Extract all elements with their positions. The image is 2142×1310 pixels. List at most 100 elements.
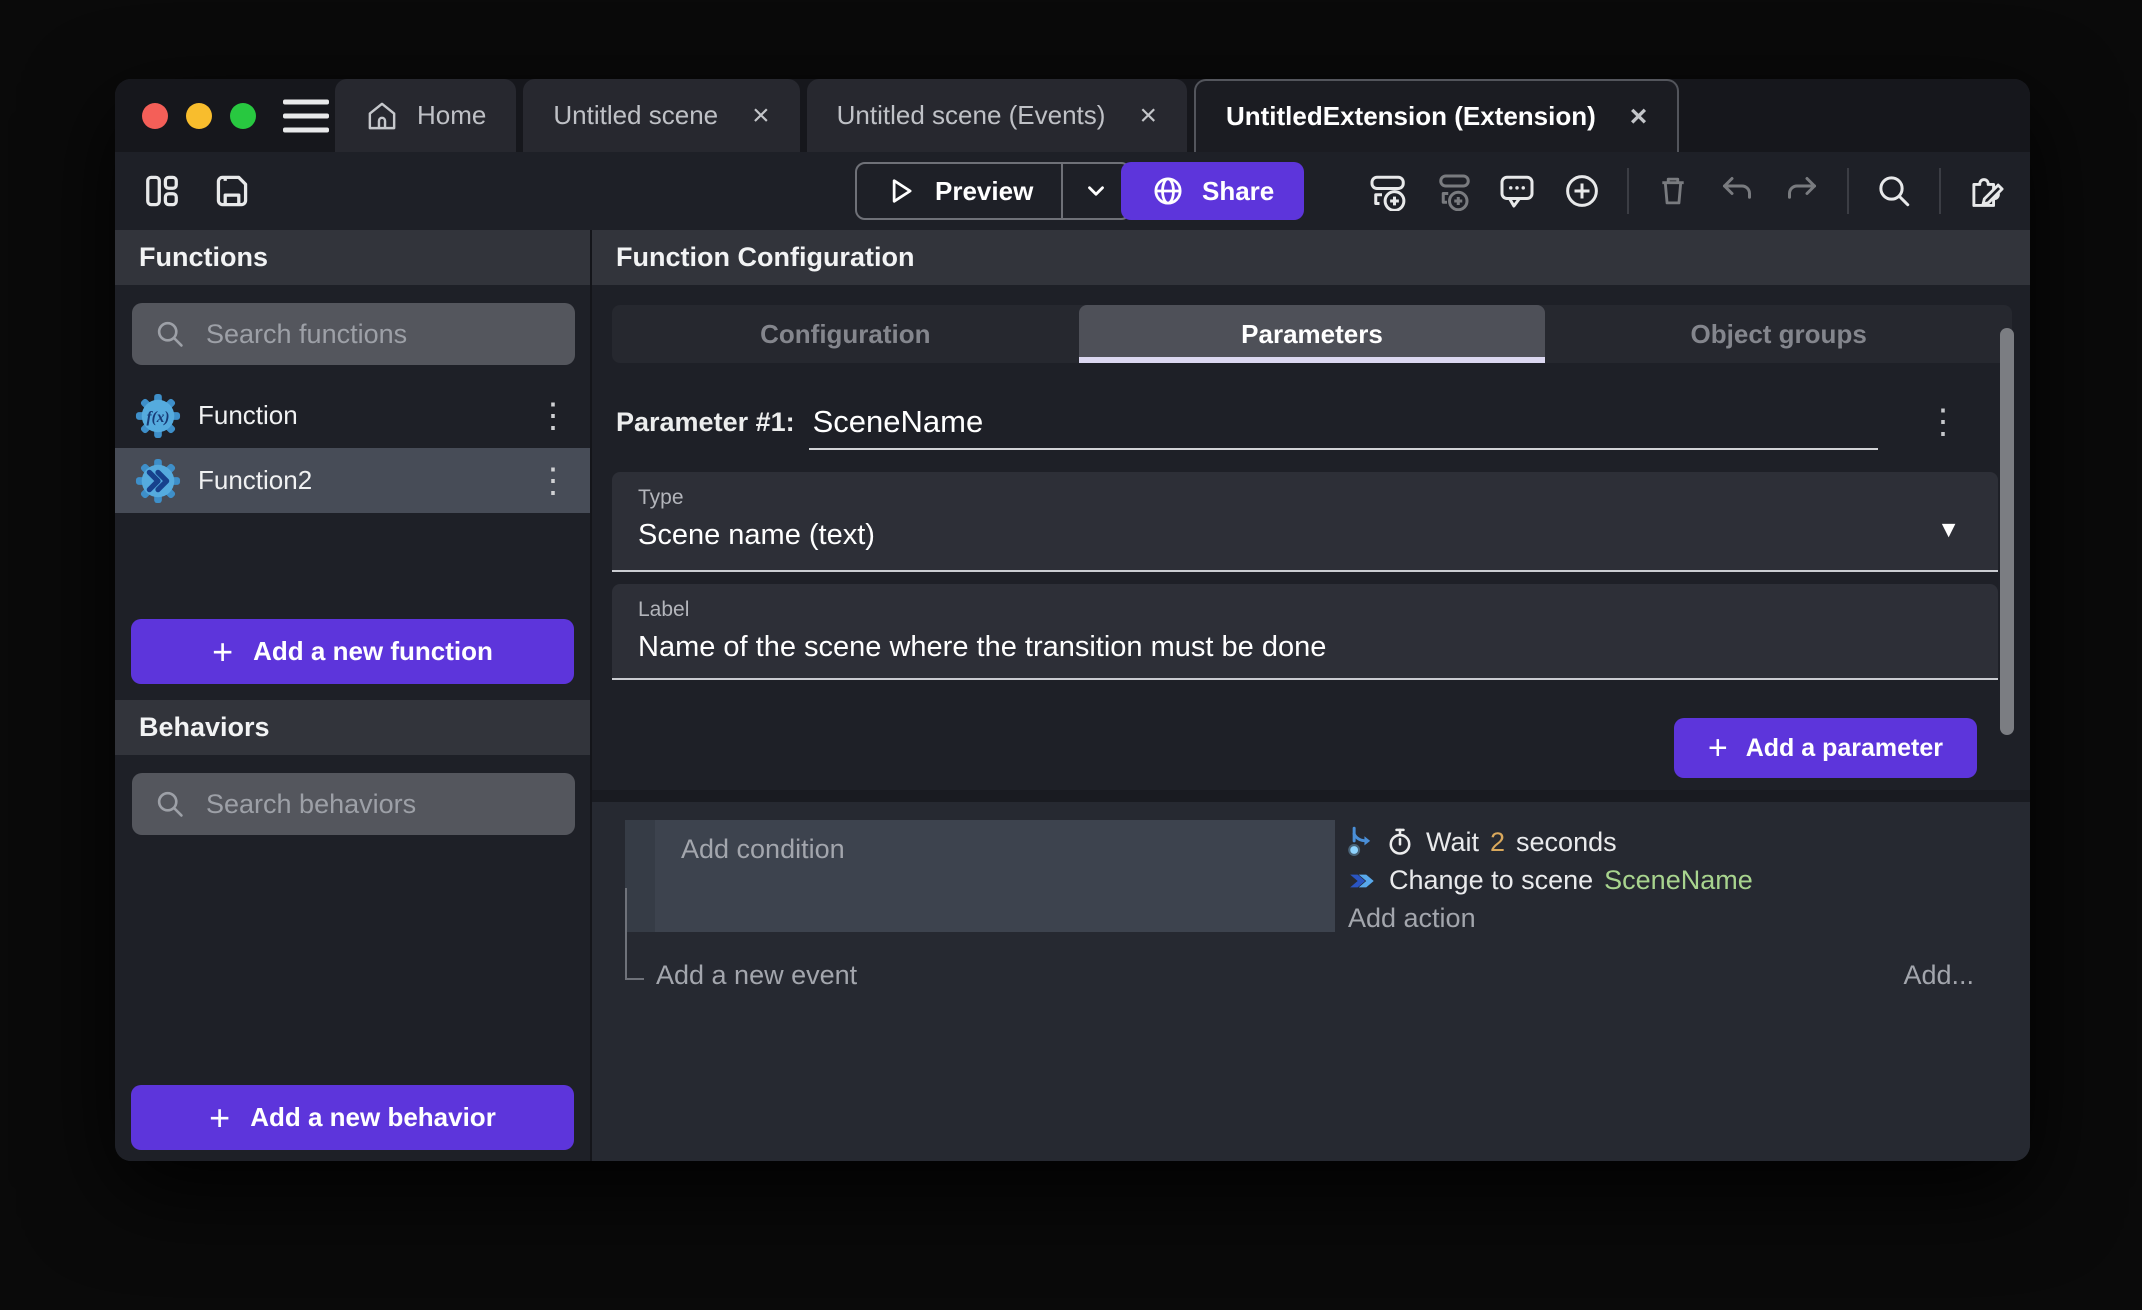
tab-label: Parameters bbox=[1241, 319, 1383, 350]
tab-label: Object groups bbox=[1691, 319, 1867, 350]
tab-untitled-extension[interactable]: UntitledExtension (Extension) × bbox=[1194, 79, 1679, 152]
events-sheet: Add condition bbox=[592, 790, 2030, 1161]
minimize-window-button[interactable] bbox=[186, 103, 212, 129]
behaviors-header: Behaviors bbox=[115, 700, 590, 755]
kebab-menu-icon[interactable]: ⋮ bbox=[536, 464, 570, 498]
tab-parameters[interactable]: Parameters bbox=[1079, 305, 1546, 363]
share-button-label: Share bbox=[1202, 176, 1274, 207]
search-icon[interactable] bbox=[1874, 171, 1914, 211]
search-behaviors-field[interactable] bbox=[132, 773, 575, 835]
preview-button[interactable]: Preview bbox=[855, 162, 1131, 220]
function-name-label: Function bbox=[198, 400, 298, 431]
close-window-button[interactable] bbox=[142, 103, 168, 129]
search-behaviors-input[interactable] bbox=[206, 789, 553, 820]
add-subevent-icon[interactable] bbox=[1432, 171, 1472, 211]
behaviors-header-label: Behaviors bbox=[139, 712, 270, 743]
parameter-row: Parameter #1: ⋮ bbox=[616, 402, 1960, 450]
plus-icon: + bbox=[212, 634, 233, 670]
functions-header: Functions bbox=[115, 230, 590, 285]
zoom-window-button[interactable] bbox=[230, 103, 256, 129]
content-area: Functions bbox=[115, 230, 2030, 1161]
function-configuration-header: Function Configuration bbox=[592, 230, 2030, 285]
plus-icon: + bbox=[209, 1100, 230, 1136]
list-item-function2[interactable]: Function2 ⋮ bbox=[115, 448, 590, 513]
traffic-lights bbox=[142, 103, 256, 129]
stopwatch-icon bbox=[1385, 827, 1415, 857]
tab-home[interactable]: Home bbox=[335, 79, 516, 152]
conditions-area[interactable]: Add condition bbox=[655, 820, 1335, 932]
tab-label: UntitledExtension (Extension) bbox=[1226, 101, 1596, 132]
configuration-tab-bar: Configuration Parameters Object groups bbox=[612, 305, 2012, 363]
extension-sidebar: Functions bbox=[115, 230, 590, 1161]
add-circle-icon[interactable] bbox=[1562, 171, 1602, 211]
add-function-button[interactable]: + Add a new function bbox=[131, 619, 574, 684]
close-tab-icon[interactable]: × bbox=[1630, 102, 1648, 132]
editor-tabs: Home Untitled scene × Untitled scene (Ev… bbox=[335, 79, 1686, 152]
undo-icon[interactable] bbox=[1717, 171, 1757, 211]
search-functions-input[interactable] bbox=[206, 319, 553, 350]
add-action-button[interactable]: Add action bbox=[1348, 903, 1753, 934]
add-new-event-button[interactable]: Add a new event bbox=[656, 960, 857, 991]
change-scene-icon bbox=[1348, 866, 1378, 896]
window-tab-bar: Home Untitled scene × Untitled scene (Ev… bbox=[115, 79, 2030, 152]
chevron-down-icon bbox=[1083, 178, 1109, 204]
preview-options-button[interactable] bbox=[1063, 164, 1129, 218]
search-functions-field[interactable] bbox=[132, 303, 575, 365]
edit-extension-icon[interactable] bbox=[1966, 170, 2008, 212]
dropdown-arrow-icon[interactable]: ▼ bbox=[1937, 516, 1960, 543]
parameter-type-select[interactable]: Type Scene name (text) ▼ bbox=[612, 472, 1998, 572]
redo-icon[interactable] bbox=[1782, 171, 1822, 211]
preview-button-main[interactable]: Preview bbox=[857, 164, 1061, 218]
add-behavior-button[interactable]: + Add a new behavior bbox=[131, 1085, 574, 1150]
plus-icon: + bbox=[1708, 729, 1728, 768]
vertical-scrollbar[interactable] bbox=[2000, 328, 2014, 735]
event-tree-bracket bbox=[625, 888, 644, 980]
project-manager-icon[interactable] bbox=[143, 172, 181, 210]
parameter-kebab-menu-icon[interactable]: ⋮ bbox=[1926, 402, 1960, 450]
tab-label: Configuration bbox=[760, 319, 930, 350]
page-title: Function Configuration bbox=[616, 242, 914, 273]
add-more-button[interactable]: Add... bbox=[1903, 960, 1974, 991]
add-parameter-button[interactable]: + Add a parameter bbox=[1674, 718, 1977, 778]
function-icon: f(x) bbox=[135, 393, 181, 439]
tab-untitled-scene-events[interactable]: Untitled scene (Events) × bbox=[807, 79, 1187, 152]
action-change-scene[interactable]: Change to scene SceneName bbox=[1348, 865, 1753, 896]
add-function-label: Add a new function bbox=[253, 636, 493, 667]
add-event-icon[interactable] bbox=[1367, 171, 1407, 211]
action-wait[interactable]: Wait 2 seconds bbox=[1348, 826, 1753, 858]
trash-icon[interactable] bbox=[1654, 172, 1692, 210]
action-change-value: SceneName bbox=[1604, 865, 1753, 896]
parameter-name-input[interactable] bbox=[809, 404, 1878, 450]
type-field-value: Scene name (text) bbox=[638, 519, 1892, 552]
add-comment-icon[interactable] bbox=[1497, 171, 1537, 211]
svg-text:f(x): f(x) bbox=[147, 408, 170, 425]
add-action-label: Add action bbox=[1348, 903, 1476, 934]
tab-label: Untitled scene (Events) bbox=[837, 100, 1106, 131]
functions-list: f(x) Function ⋮ bbox=[115, 383, 590, 513]
menu-icon[interactable] bbox=[283, 99, 329, 132]
kebab-menu-icon[interactable]: ⋮ bbox=[536, 399, 570, 433]
close-tab-icon[interactable]: × bbox=[1139, 101, 1157, 131]
add-behavior-label: Add a new behavior bbox=[250, 1102, 496, 1133]
main-toolbar: Preview Share bbox=[115, 152, 2030, 230]
action-change-text: Change to scene bbox=[1389, 865, 1593, 896]
toolbar-right-icons bbox=[1367, 168, 2008, 214]
tab-label: Untitled scene bbox=[553, 100, 718, 131]
list-item-function[interactable]: f(x) Function ⋮ bbox=[115, 383, 590, 448]
toolbar-divider bbox=[1939, 168, 1941, 214]
label-field-input[interactable] bbox=[638, 631, 1892, 664]
share-button[interactable]: Share bbox=[1121, 162, 1304, 220]
search-icon bbox=[154, 788, 186, 820]
toolbar-left-icons bbox=[143, 172, 251, 210]
tab-object-groups[interactable]: Object groups bbox=[1545, 305, 2012, 363]
function-name-label: Function2 bbox=[198, 465, 312, 496]
parameter-label-field[interactable]: Label bbox=[612, 584, 1998, 680]
app-window: Home Untitled scene × Untitled scene (Ev… bbox=[115, 79, 2030, 1161]
save-icon[interactable] bbox=[213, 172, 251, 210]
tab-configuration[interactable]: Configuration bbox=[612, 305, 1079, 363]
parameter-index-label: Parameter #1: bbox=[616, 407, 795, 450]
type-field-label: Type bbox=[638, 486, 1972, 510]
add-more-label: Add... bbox=[1903, 960, 1974, 990]
close-tab-icon[interactable]: × bbox=[752, 101, 770, 131]
tab-untitled-scene[interactable]: Untitled scene × bbox=[523, 79, 799, 152]
